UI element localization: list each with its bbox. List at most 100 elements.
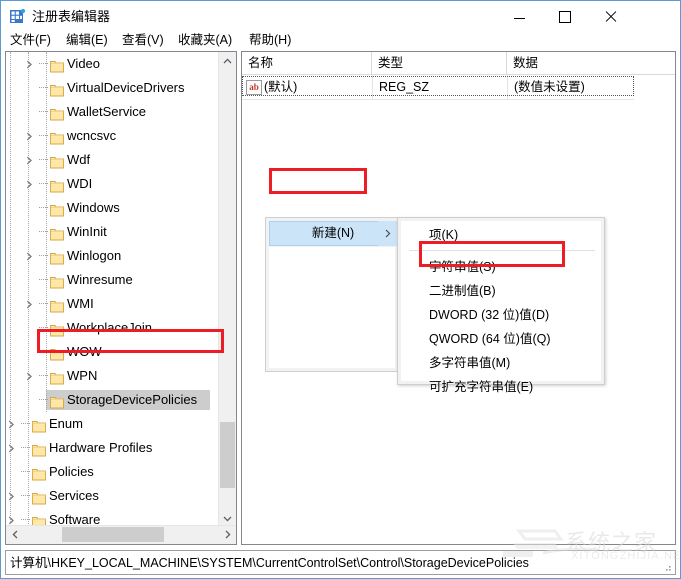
- tree-item[interactable]: Wdf: [6, 148, 220, 172]
- chevron-right-icon[interactable]: [6, 484, 18, 508]
- submenu-item[interactable]: 二进制值(B): [401, 279, 603, 303]
- menu-edit[interactable]: 编辑(E): [66, 29, 108, 51]
- menu-help[interactable]: 帮助(H): [249, 29, 291, 51]
- submenu-item[interactable]: 字符串值(S): [401, 255, 603, 279]
- menu-file[interactable]: 文件(F): [10, 29, 51, 51]
- submenu-item[interactable]: 项(K): [401, 223, 603, 247]
- tree-scroll-thumb[interactable]: [220, 422, 235, 488]
- tree-item-label: WorkplaceJoin: [67, 320, 153, 335]
- tree-hscroll-thumb[interactable]: [62, 527, 164, 542]
- folder-icon: [50, 105, 64, 121]
- folder-icon: [50, 345, 64, 361]
- tree-item-label: VirtualDeviceDrivers: [67, 80, 185, 95]
- maximize-icon: [559, 10, 571, 23]
- folder-icon: [32, 441, 46, 457]
- close-icon: [605, 11, 617, 23]
- tree-item-label: wcncsvc: [67, 128, 117, 143]
- context-submenu-items: 项(K) 字符串值(S) 二进制值(B) DWORD (32 位)值(D) QWORD …: [401, 221, 603, 394]
- registry-editor-icon: [9, 8, 26, 25]
- tree-item[interactable]: Services: [6, 484, 220, 508]
- tree-item-label: Windows: [67, 200, 120, 215]
- chevron-right-icon[interactable]: [24, 148, 36, 172]
- submenu-item[interactable]: 多字符串值(M): [401, 351, 603, 375]
- chevron-right-icon[interactable]: [24, 364, 36, 388]
- chevron-right-icon[interactable]: [24, 244, 36, 268]
- tree-item[interactable]: Windows: [6, 196, 220, 220]
- folder-icon: [50, 81, 64, 97]
- context-menu-body: [269, 247, 395, 368]
- registry-path: 计算机\HKEY_LOCAL_MACHINE\SYSTEM\CurrentCon…: [10, 556, 529, 570]
- submenu-item[interactable]: 可扩充字符串值(E): [401, 375, 603, 399]
- close-button[interactable]: [588, 1, 634, 32]
- submenu-separator: [409, 250, 595, 251]
- folder-icon: [50, 57, 64, 73]
- menu-view[interactable]: 查看(V): [122, 29, 164, 51]
- tree-item[interactable]: WinInit: [6, 220, 220, 244]
- chevron-right-icon[interactable]: [24, 292, 36, 316]
- tree-item[interactable]: Video: [6, 52, 220, 76]
- chevron-right-icon[interactable]: [6, 412, 18, 436]
- listview-column-header[interactable]: 类型: [372, 52, 507, 74]
- maximize-button[interactable]: [542, 1, 588, 32]
- tree-guide-line: [46, 52, 48, 412]
- folder-icon: [32, 417, 46, 433]
- chevron-right-icon[interactable]: [24, 124, 36, 148]
- folder-icon: [50, 201, 64, 217]
- tree-item[interactable]: Policies: [6, 460, 220, 484]
- chevron-right-icon: [378, 221, 397, 246]
- tree-item[interactable]: Winresume: [6, 268, 220, 292]
- listview-header: 名称 类型 数据: [242, 52, 675, 75]
- tree-item[interactable]: VirtualDeviceDrivers: [6, 76, 220, 100]
- menu-favorites[interactable]: 收藏夹(A): [178, 29, 232, 51]
- tree-item-selected[interactable]: StorageDevicePolicies: [6, 388, 220, 412]
- value-data: (数值未设置): [514, 80, 585, 94]
- folder-icon: [32, 489, 46, 505]
- tree-item[interactable]: WorkplaceJoin: [6, 316, 220, 340]
- tree-item-label: Enum: [49, 416, 83, 431]
- tree-vertical-scrollbar[interactable]: [218, 52, 236, 527]
- scroll-left-icon[interactable]: [6, 526, 23, 543]
- minimize-icon: [513, 18, 525, 19]
- listview-column-header[interactable]: 名称: [242, 52, 372, 74]
- tree-item[interactable]: wcncsvc: [6, 124, 220, 148]
- folder-icon: [50, 393, 64, 409]
- folder-icon: [50, 369, 64, 385]
- chevron-right-icon[interactable]: [24, 52, 36, 76]
- resize-grip-icon[interactable]: [662, 561, 672, 571]
- value-name: (默认): [264, 80, 298, 94]
- folder-icon: [50, 297, 64, 313]
- tree-item[interactable]: WMI: [6, 292, 220, 316]
- folder-icon: [50, 249, 64, 265]
- registry-tree-pane: Video VirtualDeviceDrivers WalletService wc…: [5, 51, 237, 545]
- context-submenu-new: 项(K) 字符串值(S) 二进制值(B) DWORD (32 位)值(D) QWORD …: [397, 217, 605, 394]
- value-type: REG_SZ: [379, 80, 430, 94]
- tree-item[interactable]: Hardware Profiles: [6, 436, 220, 460]
- ab-string-icon: ab: [246, 80, 262, 95]
- minimize-button[interactable]: [496, 1, 542, 32]
- folder-icon: [50, 225, 64, 241]
- registry-tree[interactable]: Video VirtualDeviceDrivers WalletService wc…: [6, 52, 220, 527]
- tree-item[interactable]: Winlogon: [6, 244, 220, 268]
- context-menu: 新建(N): [265, 217, 399, 372]
- tree-item-label: Policies: [49, 464, 94, 479]
- submenu-item[interactable]: QWORD (64 位)值(Q): [401, 327, 603, 351]
- listview-column-header[interactable]: 数据: [507, 52, 675, 74]
- folder-icon: [32, 465, 46, 481]
- tree-horizontal-scrollbar[interactable]: [6, 525, 236, 544]
- chevron-right-icon[interactable]: [6, 436, 18, 460]
- chevron-right-icon[interactable]: [24, 172, 36, 196]
- tree-item[interactable]: WPN: [6, 364, 220, 388]
- table-row[interactable]: ab (默认) REG_SZ (数值未设置): [242, 76, 634, 96]
- tree-item[interactable]: WDI: [6, 172, 220, 196]
- tree-item[interactable]: WalletService: [6, 100, 220, 124]
- tree-item[interactable]: Enum: [6, 412, 220, 436]
- scroll-up-icon[interactable]: [219, 52, 236, 69]
- submenu-item[interactable]: DWORD (32 位)值(D): [401, 303, 603, 327]
- scroll-right-icon[interactable]: [219, 526, 236, 543]
- folder-icon: [50, 321, 64, 337]
- tree-item[interactable]: WOW: [6, 340, 220, 364]
- main-content: Video VirtualDeviceDrivers WalletService wc…: [1, 51, 680, 548]
- folder-icon: [50, 177, 64, 193]
- folder-icon: [50, 273, 64, 289]
- tree-item-label: WalletService: [67, 104, 146, 119]
